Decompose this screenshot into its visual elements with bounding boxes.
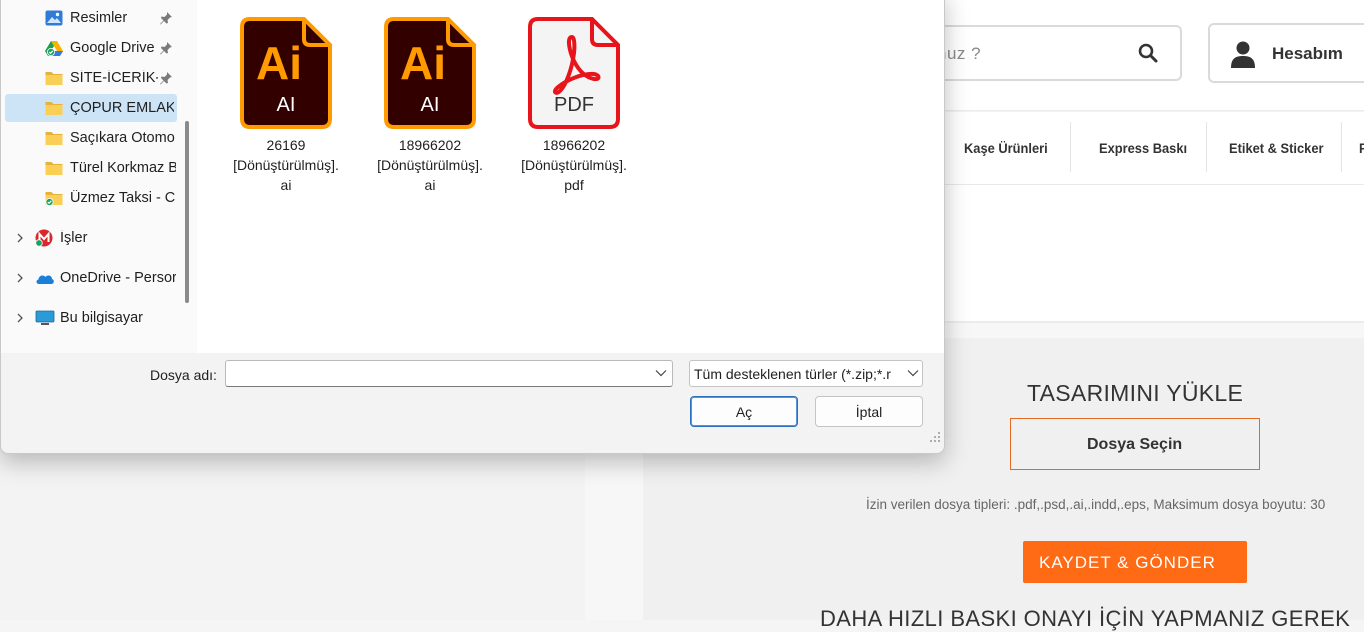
nav-item-express[interactable]: Express Baskı bbox=[1099, 140, 1187, 156]
sidebar-item-label: OneDrive - Persor bbox=[60, 270, 176, 286]
filename-label: Dosya adı: bbox=[150, 367, 217, 383]
sidebar-item-site-icerik[interactable]: SİTE-İCERİK-I bbox=[5, 64, 177, 92]
sidebar-item-label: Türel Korkmaz B bbox=[70, 160, 176, 176]
folder-icon bbox=[45, 72, 63, 85]
folder-icon bbox=[45, 162, 63, 175]
cancel-button-label: İptal bbox=[855, 404, 883, 420]
sidebar-item-resimler[interactable]: Resimler bbox=[5, 4, 177, 32]
file-name: 18966202 [Dönüştürülmüş]. ai bbox=[377, 137, 483, 193]
user-icon bbox=[1231, 41, 1255, 68]
pictures-icon bbox=[45, 10, 63, 26]
choose-file-label: Dosya Seçin bbox=[1087, 436, 1183, 453]
svg-text:AI: AI bbox=[277, 94, 296, 116]
chevron-right-icon[interactable] bbox=[15, 311, 25, 325]
chevron-down-icon[interactable] bbox=[907, 369, 919, 377]
sidebar-item-label: Resimler bbox=[70, 10, 128, 26]
nav-separator bbox=[1070, 122, 1071, 172]
illustrator-file-icon: Ai AI bbox=[384, 17, 476, 129]
open-button[interactable]: Aç bbox=[690, 396, 798, 427]
nav-item-etiket[interactable]: Etiket & Sticker bbox=[1229, 140, 1324, 156]
pin-icon bbox=[160, 12, 172, 25]
svg-text:AI: AI bbox=[421, 94, 440, 116]
pdf-file-icon: PDF bbox=[528, 17, 620, 129]
sidebar-item-isler[interactable]: İşler bbox=[5, 224, 177, 252]
file-open-dialog: Resimler Google Drive SİTE-İCERİK-I ÇOPU… bbox=[0, 0, 945, 454]
open-button-label: Aç bbox=[735, 404, 753, 420]
file-item[interactable]: PDF 18966202 [Dönüştürülmüş]. pdf bbox=[514, 17, 634, 195]
file-item[interactable]: Ai AI 18966202 [Dönüştürülmüş]. ai bbox=[370, 17, 490, 195]
sidebar-item-onedrive[interactable]: OneDrive - Persor bbox=[5, 264, 177, 292]
onedrive-icon bbox=[36, 275, 54, 284]
section-heading: DAHA HIZLI BASKI ONAYI İÇİN YAPMANIZ GER… bbox=[820, 606, 1351, 631]
sidebar-item-label: Google Drive bbox=[70, 40, 155, 56]
folder-synced-icon bbox=[45, 192, 63, 206]
account-label: Hesabım bbox=[1272, 44, 1343, 63]
file-name: 18966202 [Dönüştürülmüş]. pdf bbox=[521, 137, 627, 193]
svg-text:Ai: Ai bbox=[400, 37, 446, 89]
nav-separator bbox=[1206, 122, 1207, 172]
sidebar-item-turel[interactable]: Türel Korkmaz B bbox=[5, 154, 177, 182]
filetype-value: Tüm desteklenen türler (*.zip;*.r bbox=[694, 366, 891, 382]
filetype-select[interactable]: Tüm desteklenen türler (*.zip;*.r bbox=[689, 360, 923, 387]
svg-text:PDF: PDF bbox=[554, 94, 594, 116]
upload-title: TASARIMINI YÜKLE bbox=[1027, 380, 1244, 406]
pin-icon bbox=[160, 72, 172, 85]
sidebar-item-label: ÇOPUR EMLAK bbox=[70, 100, 174, 116]
navigation-scrollbar[interactable] bbox=[185, 121, 189, 303]
nav-item-kase[interactable]: Kaşe Ürünleri bbox=[964, 140, 1048, 156]
folder-icon bbox=[45, 132, 63, 145]
computer-icon bbox=[35, 310, 55, 325]
sidebar-item-label: Saçıkara Otomo bbox=[70, 130, 175, 146]
file-name: 26169 [Dönüştürülmüş]. ai bbox=[233, 137, 339, 193]
nav-item-more[interactable]: F bbox=[1359, 140, 1364, 156]
sidebar-item-copur-emlak[interactable]: ÇOPUR EMLAK bbox=[5, 94, 177, 122]
navigation-pane: Resimler Google Drive SİTE-İCERİK-I ÇOPU… bbox=[1, 0, 197, 353]
sidebar-item-label: Bu bilgisayar bbox=[60, 310, 144, 326]
dialog-footer: Dosya adı: Tüm desteklenen türler (*.zip… bbox=[1, 353, 944, 453]
save-send-label: KAYDET & GÖNDER bbox=[1039, 553, 1216, 572]
file-type-hint: İzin verilen dosya tipleri: .pdf,.psd,.a… bbox=[866, 497, 1326, 512]
sidebar-item-label: SİTE-İCERİK-I bbox=[70, 70, 158, 86]
sidebar-item-this-pc[interactable]: Bu bilgisayar bbox=[5, 304, 177, 332]
sidebar-item-label: Üzmez Taksi - Cu bbox=[70, 190, 176, 206]
svg-text:Ai: Ai bbox=[256, 37, 302, 89]
nav-separator bbox=[1341, 122, 1342, 172]
sidebar-item-sacikara[interactable]: Saçıkara Otomo bbox=[5, 124, 177, 152]
file-list-pane: Ai AI 26169 [Dönüştürülmüş]. ai Ai AI 18… bbox=[197, 0, 944, 353]
chevron-right-icon[interactable] bbox=[15, 271, 25, 285]
cancel-button[interactable]: İptal bbox=[815, 396, 923, 427]
search-icon[interactable] bbox=[1138, 43, 1158, 63]
pin-icon bbox=[160, 42, 172, 55]
sidebar-item-uzmez[interactable]: Üzmez Taksi - Cu bbox=[5, 184, 177, 212]
file-item[interactable]: Ai AI 26169 [Dönüştürülmüş]. ai bbox=[226, 17, 346, 195]
sidebar-item-label: İşler bbox=[60, 230, 88, 246]
chevron-right-icon[interactable] bbox=[15, 231, 25, 245]
folder-icon bbox=[45, 102, 63, 115]
sidebar-item-google-drive[interactable]: Google Drive bbox=[5, 34, 177, 62]
mega-icon bbox=[35, 229, 53, 247]
resize-grip-icon[interactable] bbox=[929, 431, 941, 443]
filename-input[interactable] bbox=[225, 360, 673, 387]
google-drive-icon bbox=[45, 41, 63, 56]
illustrator-file-icon: Ai AI bbox=[240, 17, 332, 129]
chevron-down-icon[interactable] bbox=[655, 369, 667, 377]
